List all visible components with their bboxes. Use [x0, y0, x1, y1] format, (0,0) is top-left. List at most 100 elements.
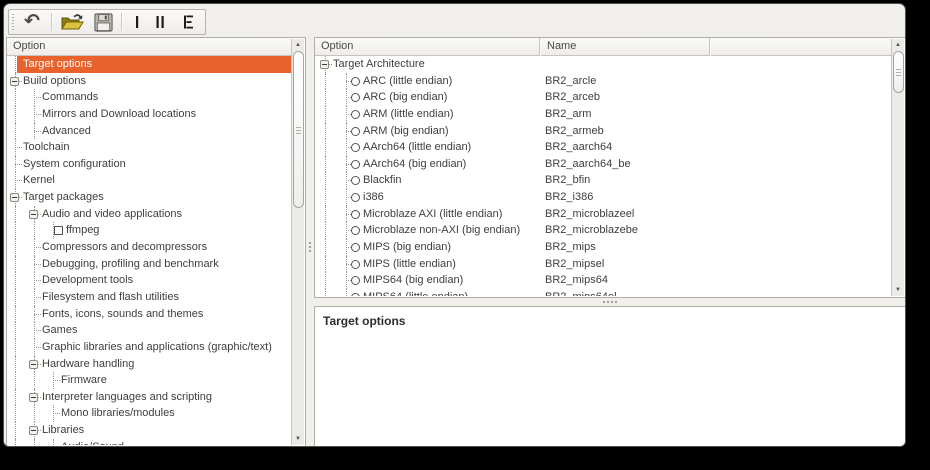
minus-icon — [31, 214, 36, 215]
radio-button[interactable] — [351, 276, 360, 285]
tree-guide — [34, 97, 41, 98]
tree-row[interactable]: Kernel — [8, 172, 291, 189]
collapse-expander-icon[interactable] — [29, 393, 38, 402]
tree-row[interactable]: MIPS64 (big endian)BR2_mips64 — [316, 272, 891, 289]
tree-row[interactable]: Mono libraries/modules — [8, 405, 291, 422]
tree-row[interactable]: Audio/Sound — [8, 439, 291, 445]
collapse-expander-icon[interactable] — [29, 210, 38, 219]
scroll-up-button[interactable]: ▲ — [892, 39, 904, 51]
collapse-expander-icon[interactable] — [10, 77, 19, 86]
horizontal-splitter[interactable] — [314, 298, 906, 306]
tree-item-label: Blackfin — [363, 172, 402, 189]
save-button[interactable] — [89, 11, 117, 33]
tree-row[interactable]: Graphic libraries and applications (grap… — [8, 339, 291, 356]
tree-row[interactable]: Filesystem and flash utilities — [8, 289, 291, 306]
tree-row[interactable]: Microblaze AXI (little endian)BR2_microb… — [316, 206, 891, 223]
scrollbar-thumb[interactable] — [293, 51, 304, 208]
tree-guide — [15, 256, 16, 273]
radio-button[interactable] — [351, 243, 360, 252]
tree-row[interactable]: BlackfinBR2_bfin — [316, 172, 891, 189]
tree-guide — [325, 106, 326, 123]
tree-row[interactable]: Games — [8, 322, 291, 339]
tree-row[interactable]: Microblaze non-AXI (big endian)BR2_micro… — [316, 222, 891, 239]
scroll-down-button[interactable]: ▼ — [892, 284, 904, 296]
tree-row[interactable]: ARC (big endian)BR2_arceb — [316, 89, 891, 106]
tree-row[interactable]: Interpreter languages and scripting — [8, 389, 291, 406]
radio-button[interactable] — [351, 176, 360, 185]
radio-button[interactable] — [351, 143, 360, 152]
tree-row[interactable]: MIPS (little endian)BR2_mipsel — [316, 256, 891, 273]
full-view-button[interactable] — [177, 11, 199, 33]
tree-row[interactable]: AArch64 (big endian)BR2_aarch64_be — [316, 156, 891, 173]
tree-row[interactable]: Target Architecture — [316, 56, 891, 73]
tree-item-label: Build options — [23, 73, 86, 90]
tree-guide — [15, 322, 16, 339]
radio-button[interactable] — [351, 293, 360, 296]
back-button[interactable]: ↶ — [19, 11, 45, 33]
collapse-expander-icon[interactable] — [29, 360, 38, 369]
tree-row[interactable]: ARC (little endian)BR2_arcle — [316, 73, 891, 90]
vertical-splitter[interactable] — [306, 37, 314, 447]
tree-row[interactable]: MIPS64 (little endian)BR2_mips64el — [316, 289, 891, 296]
tree-item-label: Toolchain — [23, 139, 69, 156]
tree-row[interactable]: AArch64 (little endian)BR2_aarch64 — [316, 139, 891, 156]
radio-button[interactable] — [351, 110, 360, 119]
tree-row[interactable]: MIPS (big endian)BR2_mips — [316, 239, 891, 256]
tree-row[interactable]: i386BR2_i386 — [316, 189, 891, 206]
load-button[interactable] — [57, 11, 87, 33]
left-vertical-scrollbar[interactable]: ▲ ▼ — [291, 39, 304, 445]
scroll-up-button[interactable]: ▲ — [292, 39, 304, 51]
tree-item-label: ARC (little endian) — [363, 73, 452, 90]
tree-row[interactable]: Target options — [8, 56, 291, 73]
minus-icon — [12, 197, 17, 198]
tree-row[interactable]: System configuration — [8, 156, 291, 173]
collapse-expander-icon[interactable] — [320, 60, 329, 69]
radio-button[interactable] — [351, 93, 360, 102]
tree-row[interactable]: Build options — [8, 73, 291, 90]
radio-button[interactable] — [351, 160, 360, 169]
tree-row[interactable]: Development tools — [8, 272, 291, 289]
tree-row[interactable]: ffmpeg — [8, 222, 291, 239]
radio-button[interactable] — [351, 127, 360, 136]
checkbox[interactable] — [54, 226, 63, 235]
tree-row[interactable]: Advanced — [8, 123, 291, 140]
tree-row[interactable]: Commands — [8, 89, 291, 106]
tree-row[interactable]: Toolchain — [8, 139, 291, 156]
radio-button[interactable] — [351, 260, 360, 269]
radio-button[interactable] — [351, 77, 360, 86]
tree-guide — [34, 372, 35, 389]
right-vertical-scrollbar[interactable]: ▲ ▼ — [891, 39, 904, 296]
option-column-header[interactable]: Option — [7, 38, 292, 56]
tree-row[interactable]: Hardware handling — [8, 356, 291, 373]
collapse-expander-icon[interactable] — [29, 426, 38, 435]
single-view-button[interactable] — [129, 11, 145, 33]
radio-button[interactable] — [351, 193, 360, 202]
tree-row[interactable]: Debugging, profiling and benchmark — [8, 256, 291, 273]
column-separator[interactable] — [539, 38, 541, 56]
tree-row[interactable]: ARM (little endian)BR2_arm — [316, 106, 891, 123]
tree-row[interactable]: ARM (big endian)BR2_armeb — [316, 123, 891, 140]
tree-row[interactable]: Target packages — [8, 189, 291, 206]
minus-icon — [31, 430, 36, 431]
tree-row[interactable]: Libraries — [8, 422, 291, 439]
tree-guide — [325, 222, 326, 239]
scrollbar-thumb[interactable] — [893, 51, 904, 93]
option-column-header[interactable]: Option — [315, 38, 539, 56]
tree-row[interactable]: Firmware — [8, 372, 291, 389]
tree-guide — [325, 272, 326, 289]
tree-guide — [15, 356, 16, 373]
tree-row[interactable]: Mirrors and Download locations — [8, 106, 291, 123]
tree-guide — [34, 247, 41, 248]
tree-row[interactable]: Fonts, icons, sounds and themes — [8, 306, 291, 323]
tree-row[interactable]: Compressors and decompressors — [8, 239, 291, 256]
split-view-button[interactable] — [150, 11, 170, 33]
column-separator[interactable] — [709, 38, 711, 56]
name-column-header[interactable]: Name — [539, 38, 709, 56]
toolbar-grip[interactable] — [12, 14, 14, 30]
radio-button[interactable] — [351, 226, 360, 235]
radio-button[interactable] — [351, 210, 360, 219]
tree-row[interactable]: Audio and video applications — [8, 206, 291, 223]
collapse-expander-icon[interactable] — [10, 193, 19, 202]
scroll-down-button[interactable]: ▼ — [292, 433, 304, 445]
tree-guide — [325, 156, 326, 173]
